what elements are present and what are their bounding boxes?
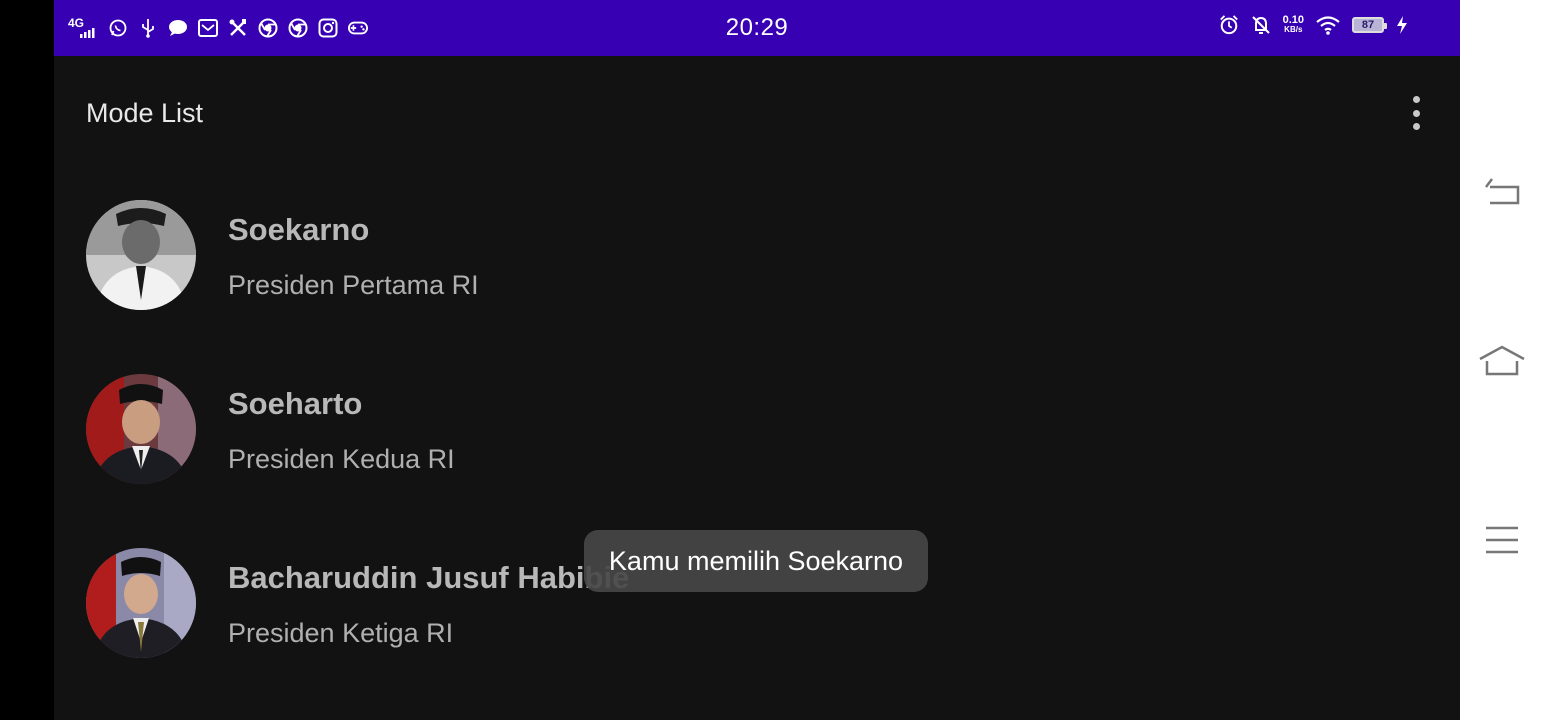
avatar: [86, 548, 196, 658]
item-name: Soeharto: [228, 386, 363, 421]
menu-icon: [1486, 526, 1518, 554]
avatar: [86, 374, 196, 484]
item-description: Presiden Ketiga RI: [228, 618, 454, 648]
home-button[interactable]: [1478, 340, 1526, 380]
network-speed-value: 0.10: [1282, 14, 1304, 26]
alarm-icon: [1219, 15, 1239, 35]
overflow-menu-button[interactable]: [1400, 96, 1432, 130]
item-description: Presiden Pertama RI: [228, 270, 479, 300]
left-bezel: [0, 0, 54, 720]
item-name: Soekarno: [228, 212, 370, 247]
status-bar: 4G 20:29 0.10 KB/s 87: [54, 0, 1460, 56]
list-item[interactable]: Soeharto Presiden Kedua RI: [54, 342, 1460, 516]
home-icon: [1479, 345, 1525, 376]
item-name: Bacharuddin Jusuf Habibie: [228, 560, 630, 595]
toast-message: Kamu memilih Soekarno: [584, 530, 928, 592]
list-item[interactable]: Soekarno Presiden Pertama RI: [54, 168, 1460, 342]
notifications-off-icon: [1251, 15, 1271, 35]
network-speed: 0.10 KB/s: [1283, 15, 1304, 35]
app-bar: Mode List: [54, 56, 1460, 168]
more-vert-icon: [1412, 96, 1420, 103]
app-screen: 4G 20:29 0.10 KB/s 87 Mode List Soekarno…: [54, 0, 1460, 720]
back-icon: [1485, 178, 1520, 205]
avatar: [86, 200, 196, 310]
battery-level: 87: [1361, 19, 1375, 31]
charging-icon: [1396, 15, 1408, 35]
menu-button[interactable]: [1478, 520, 1526, 560]
status-right-icons: 0.10 KB/s 87: [1219, 15, 1408, 35]
navigation-bar: [1460, 0, 1544, 720]
item-description: Presiden Kedua RI: [228, 444, 455, 474]
page-title: Mode List: [86, 98, 204, 128]
wifi-icon: [1316, 15, 1340, 35]
network-speed-unit: KB/s: [1284, 25, 1303, 34]
battery-icon: 87: [1352, 17, 1387, 33]
back-button[interactable]: [1478, 170, 1526, 210]
